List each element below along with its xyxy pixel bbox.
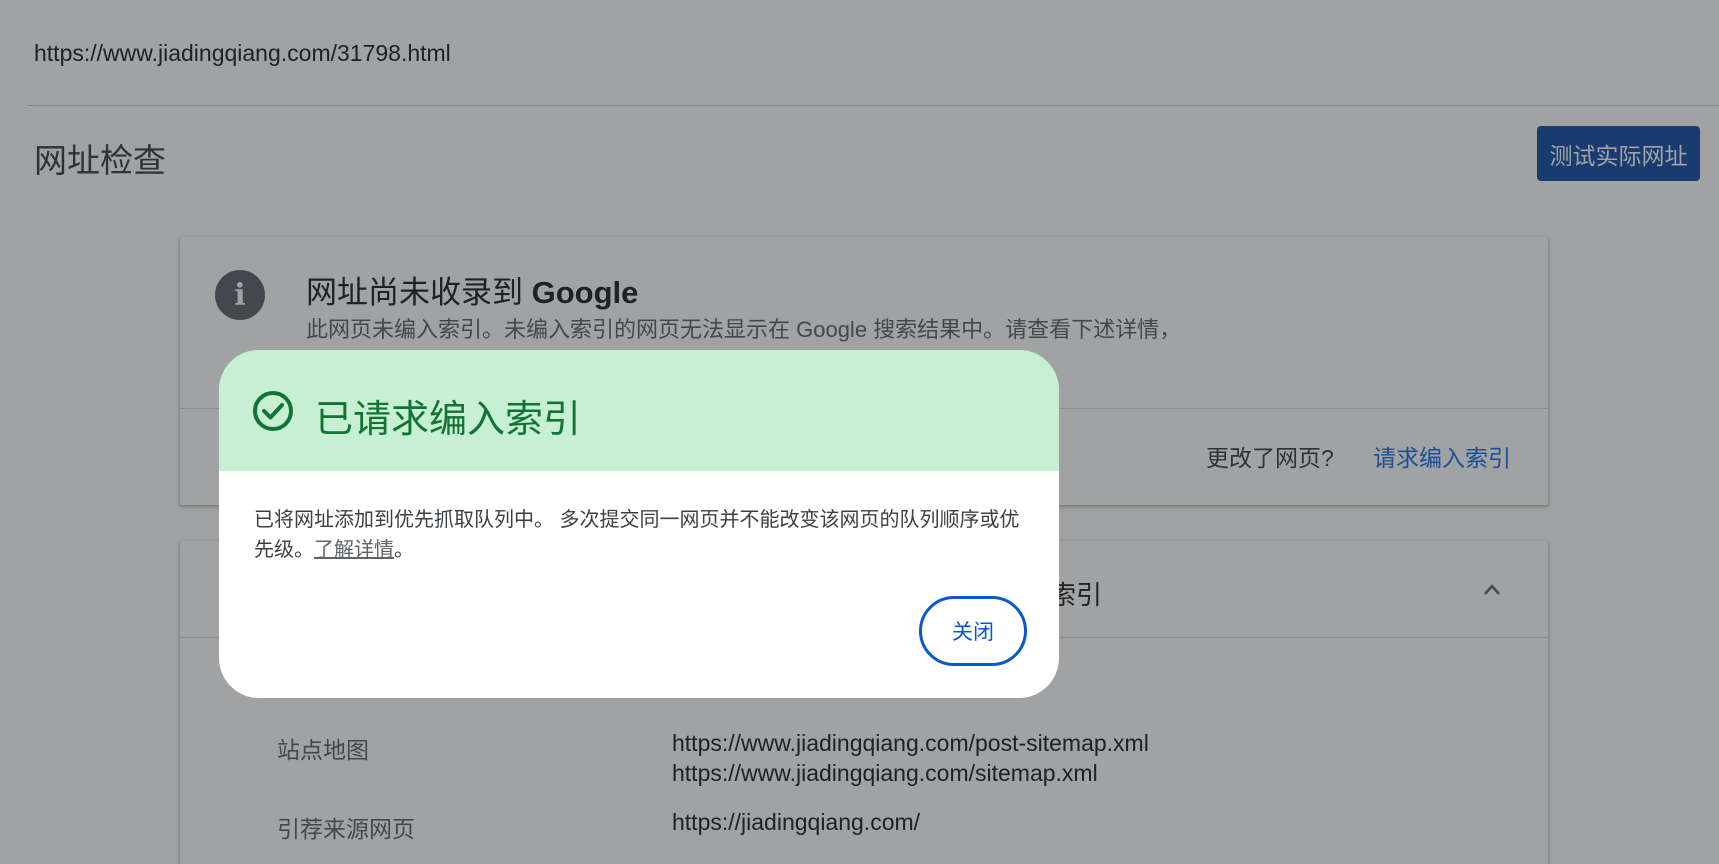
check-circle-icon bbox=[253, 391, 293, 431]
dialog-header: 已请求编入索引 bbox=[219, 350, 1059, 471]
learn-more-link[interactable]: 了解详情 bbox=[314, 539, 394, 561]
indexing-requested-dialog: 已请求编入索引 已将网址添加到优先抓取队列中。 多次提交同一网页并不能改变该网页… bbox=[219, 350, 1059, 698]
dialog-body-end: 。 bbox=[394, 539, 414, 561]
dialog-title: 已请求编入索引 bbox=[315, 399, 582, 441]
close-button[interactable]: 关闭 bbox=[919, 596, 1027, 666]
dialog-body: 已将网址添加到优先抓取队列中。 多次提交同一网页并不能改变该网页的队列顺序或优先… bbox=[254, 505, 1034, 565]
